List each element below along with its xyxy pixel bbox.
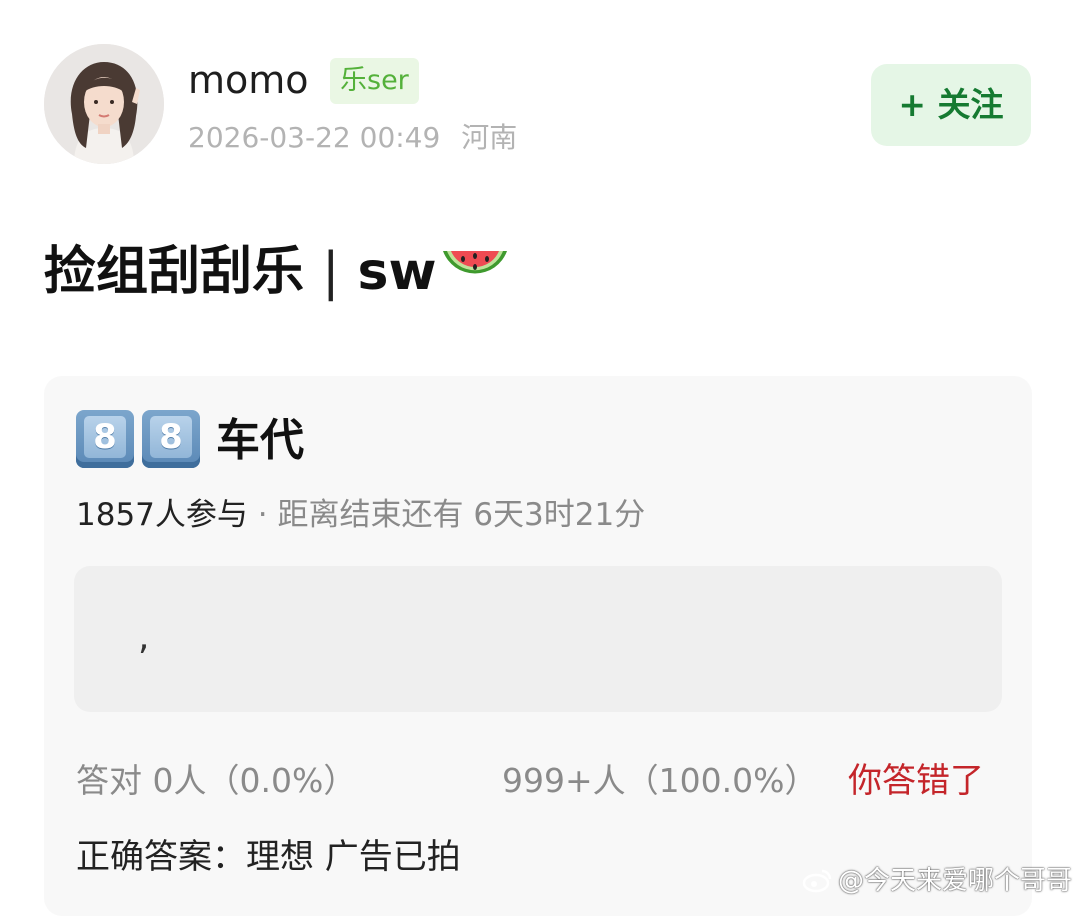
quiz-stats: 1857人参与 · 距离结束还有 6天3时21分 <box>76 494 645 536</box>
post-title-suffix: sw <box>357 242 437 302</box>
title-separator: | <box>322 242 340 302</box>
result-text: 你答错了 <box>848 761 984 801</box>
keycap-8-icon: 8 <box>76 410 134 468</box>
watermark: @今天来爱哪个哥哥 <box>802 864 1072 902</box>
post-title-text: 捡组刮刮乐 <box>44 242 305 302</box>
avatar[interactable] <box>44 44 164 164</box>
post-location: 河南 <box>461 121 518 154</box>
correct-stat: 答对 0人（0.0%） <box>76 761 357 800</box>
correct-answer: 正确答案：理想 广告已拍 <box>76 837 461 877</box>
quiz-title: 车代 <box>216 415 304 466</box>
keycap-digit: 8 <box>84 416 126 458</box>
user-answer-box: , <box>74 566 1002 712</box>
post-title: 捡组刮刮乐 | sw <box>44 236 511 316</box>
post-meta: 2026-03-22 00:49 河南 <box>188 118 517 158</box>
watermark-text: @今天来爱哪个哥哥 <box>838 866 1073 896</box>
user-badge: 乐ser <box>330 58 419 104</box>
post-date: 2026-03-22 00:49 <box>188 121 441 154</box>
watermelon-emoji-icon <box>439 244 511 316</box>
follow-button[interactable]: + 关注 <box>871 64 1031 146</box>
deadline-countdown: · 距离结束还有 6天3时21分 <box>257 497 646 533</box>
keycap-8-icon: 8 <box>142 410 200 468</box>
user-answer-text: , <box>138 617 150 658</box>
participant-count: 1857人参与 <box>76 497 248 533</box>
keycap-digit: 8 <box>150 416 192 458</box>
username[interactable]: momo <box>188 56 309 104</box>
wrong-stat: 999+人（100.0%） <box>502 761 818 800</box>
quiz-card: 8 8 车代 1857人参与 · 距离结束还有 6天3时21分 , 答对 0人（… <box>44 376 1032 916</box>
avatar-image <box>44 44 164 164</box>
weibo-icon <box>802 867 834 902</box>
